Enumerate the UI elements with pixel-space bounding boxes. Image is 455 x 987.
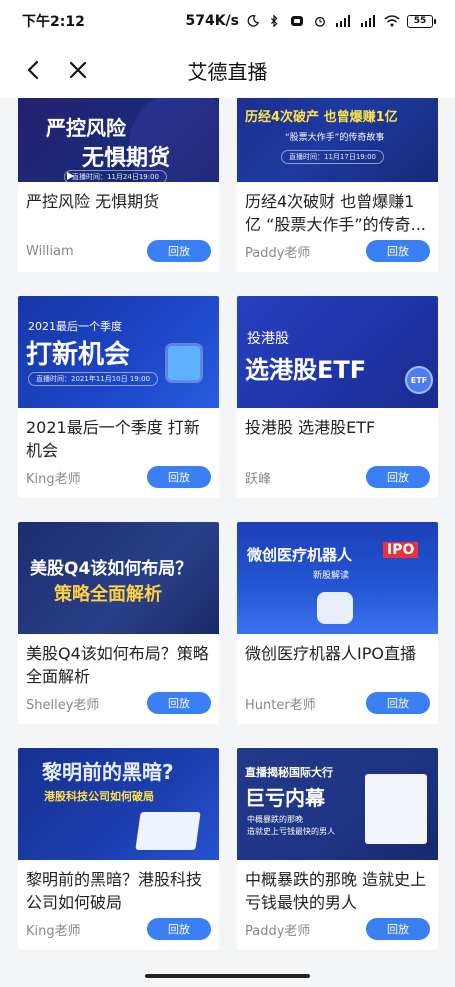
chevron-left-icon [27,60,39,80]
thumb-headline: 历经4次破产 也曾爆赚1亿 [245,110,398,125]
card-footer: Shelley老师 回放 [26,692,211,714]
thumb-subheadline: 新股解读 [313,571,350,581]
thumb-headline: 严控风险 [46,116,126,140]
thumb-kicker: 直播揭秘国际大行 [245,766,333,779]
author-name: King老师 [26,471,81,487]
alarm-icon [315,16,325,27]
etf-badge: ETF [405,366,433,394]
card-footer: Paddy老师 回放 [245,240,430,262]
thumb-subheadline: 无惧期货 [82,146,171,171]
replay-button[interactable]: 回放 [147,692,211,714]
nav-bar: 艾德直播 [0,42,455,98]
card-title: 中概暴跌的那晚 造就史上亏钱最快的男人 [245,870,427,912]
thumb-headline: 巨亏内幕 [245,786,325,810]
list-item[interactable]: 美股Q4该如何布局？ 策略全面解析 美股Q4该如何布局？策略全面解析 Shell… [18,522,219,724]
status-icons: 574K/s 55 [185,13,436,29]
thumb-subheadline: “股票大作手”的传奇故事 [285,133,385,143]
list-item[interactable]: 投港股 选港股ETF ETF 投港股 选港股ETF 跃峰 回放 [237,296,438,498]
thumbnail: 历经4次破产 也曾爆赚1亿 “股票大作手”的传奇故事 直播时间：11月17日19… [237,98,438,182]
list-item[interactable]: 严控风险 无惧期货 直播时间：11月24日19:00 严控风险 无惧期货 Wil… [18,98,219,272]
ipo-badge: IPO [383,542,419,558]
card-title: 美股Q4该如何布局？策略全面解析 [26,644,209,686]
list-item[interactable]: 直播揭秘国际大行 巨亏内幕 中概暴跌的那晚 造就史上亏钱最快的男人 中概暴跌的那… [237,748,438,950]
card-title: 投港股 选港股ETF [245,418,376,437]
replay-button[interactable]: 回放 [366,466,430,488]
thumbnail: 直播揭秘国际大行 巨亏内幕 中概暴跌的那晚 造就史上亏钱最快的男人 [237,748,438,860]
thumbnail: 2021最后一个季度 打新机会 直播时间：2021年11月10日 19:00 [18,296,219,408]
bluetooth-icon [271,15,278,27]
thumbnail: 严控风险 无惧期货 直播时间：11月24日19:00 [18,98,219,182]
home-indicator[interactable] [145,974,310,978]
thumb-headline: 黎明前的黑暗? [42,760,174,784]
replay-button[interactable]: 回放 [366,240,430,262]
card-footer: Paddy老师 回放 [245,918,430,940]
thumbnail: 黎明前的黑暗? 港股科技公司如何破局 [18,748,219,860]
list-item[interactable]: 黎明前的黑暗? 港股科技公司如何破局 黎明前的黑暗？港股科技公司如何破局 Kin… [18,748,219,950]
thumbnail: 美股Q4该如何布局？ 策略全面解析 [18,522,219,634]
replay-button[interactable]: 回放 [366,692,430,714]
status-bar: 下午2:12 574K/s 55 [0,0,455,42]
card-title: 黎明前的黑暗？港股科技公司如何破局 [26,870,203,912]
moon-icon [247,15,260,27]
replay-button[interactable]: 回放 [147,918,211,940]
status-time: 下午2:12 [22,14,85,30]
card-title: 严控风险 无惧期货 [26,192,160,211]
battery-icon: 55 [407,14,436,28]
back-button[interactable] [14,50,54,90]
card-footer: Hunter老师 回放 [245,692,430,714]
thumb-headline: 选港股ETF [245,356,367,384]
thumb-line2: 中概暴跌的那晚 [247,815,303,824]
card-footer: 跃峰 回放 [245,466,430,488]
thumbnail: 微创医疗机器人 IPO 新股解读 [237,522,438,634]
network-speed: 574K/s [185,13,239,29]
signal-1-icon [336,15,350,27]
author-name: William [26,243,74,259]
card-footer: William 回放 [26,240,211,262]
author-name: Paddy老师 [245,923,311,939]
signal-2-icon [361,15,375,27]
thumbnail: 投港股 选港股ETF ETF [237,296,438,408]
thumb-line3: 造就史上亏钱最快的男人 [247,827,335,836]
list-item[interactable]: 微创医疗机器人 IPO 新股解读 微创医疗机器人IPO直播 Hunter老师 回… [237,522,438,724]
thumb-kicker: 2021最后一个季度 [28,320,122,333]
author-name: Paddy老师 [245,245,311,261]
vibrate-icon [291,16,303,26]
close-icon [69,61,87,79]
card-title: 2021最后一个季度 打新机会 [26,418,200,460]
card-title: 历经4次破财 也曾爆赚1亿 “股票大作手”的传奇... [245,192,426,234]
thumb-headline: 打新机会 [26,340,131,370]
replay-button[interactable]: 回放 [147,240,211,262]
thumb-time: 直播时间：11月17日19:00 [281,150,384,164]
author-name: Shelley老师 [26,697,100,713]
thumb-subheadline: 策略全面解析 [54,584,162,605]
list-item[interactable]: 历经4次破产 也曾爆赚1亿 “股票大作手”的传奇故事 直播时间：11月17日19… [237,98,438,272]
thumb-time: 直播时间：11月24日19:00 [64,170,167,182]
wifi-icon [384,15,400,27]
replay-button[interactable]: 回放 [147,466,211,488]
thumb-headline: 美股Q4该如何布局？ [30,559,193,579]
battery-level: 55 [413,16,427,26]
replay-button[interactable]: 回放 [366,918,430,940]
live-replay-list[interactable]: 严控风险 无惧期货 直播时间：11月24日19:00 严控风险 无惧期货 Wil… [0,98,455,967]
author-name: King老师 [26,923,81,939]
close-button[interactable] [58,50,98,90]
thumb-subheadline: 港股科技公司如何破局 [44,790,154,803]
thumb-headline: 微创医疗机器人 [247,546,353,564]
thumb-kicker: 投港股 [247,331,289,347]
play-icon [67,172,74,180]
thumb-time: 直播时间：2021年11月10日 19:00 [28,372,159,386]
author-name: 跃峰 [245,471,272,487]
card-footer: King老师 回放 [26,918,211,940]
card-title: 微创医疗机器人IPO直播 [245,644,416,663]
card-footer: King老师 回放 [26,466,211,488]
card-grid: 严控风险 无惧期货 直播时间：11月24日19:00 严控风险 无惧期货 Wil… [18,98,438,950]
list-item[interactable]: 2021最后一个季度 打新机会 直播时间：2021年11月10日 19:00 2… [18,296,219,498]
author-name: Hunter老师 [245,697,316,713]
